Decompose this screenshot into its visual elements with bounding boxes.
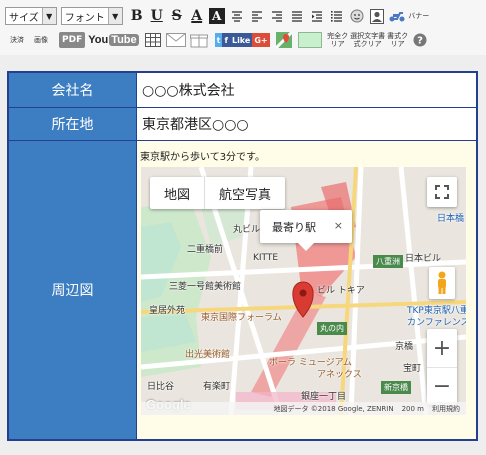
table-row: 会社名 ○○○株式会社 [9,73,476,108]
fullscreen-icon [435,185,449,199]
align-left-icon[interactable] [247,7,267,25]
sns-buttons[interactable]: t f Like G+ [214,33,270,47]
row-header: 周辺図 [9,141,137,439]
zoom-control: + − [427,329,457,405]
street-view-button[interactable] [429,267,455,299]
map-insert-icon[interactable] [274,31,294,49]
youtube-button[interactable]: You Tube [88,34,139,46]
map-place-label: 出光美術館 [185,350,231,360]
background-color-button[interactable]: A [208,8,225,24]
row-value[interactable]: ○○○株式会社 [137,73,476,107]
image-button[interactable]: 画像 [29,36,53,44]
pdf-button[interactable]: PDF [59,32,86,48]
payment-button[interactable]: 決済 [5,36,29,44]
map-cell: 東京駅から歩いて3分です。 二重橋前 三菱一号館美術館 KITTE 丸ビル 日本… [137,141,476,439]
underline-button[interactable]: U [147,7,167,25]
map-place-label: 日本ビル [405,254,442,264]
indent-icon[interactable] [307,7,327,25]
toolbar-row-insert: 決済 画像 PDF You Tube t f Like G+ 完全クリア 選択文… [5,29,430,51]
font-family-label: フォント [64,12,105,24]
pegman-icon [438,271,446,294]
embedded-map[interactable]: 二重橋前 三菱一号館美術館 KITTE 丸ビル 日本橋 八重洲 日本ビル 東京国… [141,167,466,415]
info-window: 最寄り駅 × [260,210,352,251]
emoji-icon[interactable] [347,7,367,25]
map-station-badge: 八重洲 [373,255,403,268]
info-window-title: 最寄り駅 [272,220,316,234]
youtube-you-text: You [88,34,109,46]
highlight-box-button[interactable] [297,32,322,48]
map-type-aerial-button[interactable]: 航空写真 [204,177,285,209]
map-type-map-button[interactable]: 地図 [150,177,204,209]
format-clear-button[interactable]: 書式クリア [386,32,410,48]
help-icon[interactable]: ? [410,31,430,49]
table-icon[interactable] [143,31,163,49]
map-place-label: 日比谷 [147,382,175,392]
map-place-label: 丸ビル [233,225,261,235]
map-place-label: 日本橋 [437,214,465,224]
like-icon: Like [229,33,253,47]
list-icon[interactable] [327,7,347,25]
row-header: 所在地 [9,108,137,140]
map-place-label: KITTE [253,253,279,263]
map-place-label: 三菱一号館美術館 [169,282,242,292]
font-family-select[interactable]: フォント ▼ [60,7,123,25]
select-clear-button[interactable]: 選択文字書式クリア [350,32,386,48]
row-value[interactable]: 東京都港区○○○ [137,108,476,140]
fullscreen-button[interactable] [427,177,457,207]
map-place-label: アネックス [317,370,362,380]
map-place-label: 皇居外苑 [149,306,186,316]
map-note[interactable]: 東京駅から歩いて3分です。 [140,148,476,163]
scooter-icon[interactable] [387,7,407,25]
profile-image-icon[interactable] [367,7,387,25]
gift-icon[interactable] [189,31,209,49]
justify-icon[interactable] [287,7,307,25]
map-place-label: 京橋 [395,342,414,352]
map-place-label: 銀座一丁目 [301,392,347,402]
font-size-select[interactable]: サイズ ▼ [5,7,57,25]
gplus-icon: G+ [252,33,270,47]
facebook-icon: f [222,33,230,47]
full-clear-button[interactable]: 完全クリア [326,32,350,48]
mail-icon[interactable] [165,31,186,49]
align-center-icon[interactable] [227,7,247,25]
youtube-tube-text: Tube [109,34,139,46]
map-scale[interactable]: 200 m [402,405,424,413]
map-place-label: カンファレンス [407,318,466,328]
zoom-out-button[interactable]: − [427,367,457,405]
svg-text:?: ? [417,36,423,47]
close-icon[interactable]: × [334,219,343,232]
banner-button[interactable]: バナー [407,12,431,20]
company-info-table: 会社名 ○○○株式会社 所在地 東京都港区○○○ 周辺図 東京駅から歩いて3分で… [7,71,478,441]
table-row: 周辺図 東京駅から歩いて3分です。 二重橋前 三菱一号館美術館 KITTE 丸ビ… [9,141,476,439]
strikethrough-button[interactable]: S [167,7,187,25]
toolbar-row-format: サイズ ▼ フォント ▼ B U S A A バナー [5,5,431,27]
map-attribution: 地図データ ©2018 Google, ZENRIN 200 m 利用規約 [141,402,466,415]
chevron-down-icon: ▼ [107,8,122,24]
map-place-label: 二重橋前 [187,245,224,255]
font-color-button[interactable]: A [187,7,207,25]
map-station-badge: 丸の内 [317,322,347,335]
map-place-label: 東京国際フォーラム [201,313,282,323]
twitter-icon: t [214,33,223,47]
map-type-toggle: 地図 航空写真 [150,177,286,209]
font-size-label: サイズ [9,12,39,24]
terms-link[interactable]: 利用規約 [432,404,460,414]
map-place-label: ビル トキア [317,286,365,296]
map-place-label: 宝町 [403,364,422,374]
chevron-down-icon: ▼ [41,8,56,24]
map-place-label: 有楽町 [203,382,231,392]
row-header: 会社名 [9,73,137,107]
table-row: 所在地 東京都港区○○○ [9,108,476,141]
zoom-in-button[interactable]: + [427,329,457,367]
map-data-credit: 地図データ ©2018 Google, ZENRIN [273,404,394,413]
editor-toolbar: サイズ ▼ フォント ▼ B U S A A バナー 決済 画像 PDF You… [0,0,486,55]
map-station-badge: 新京橋 [381,381,411,394]
bold-button[interactable]: B [127,7,147,25]
align-right-icon[interactable] [267,7,287,25]
